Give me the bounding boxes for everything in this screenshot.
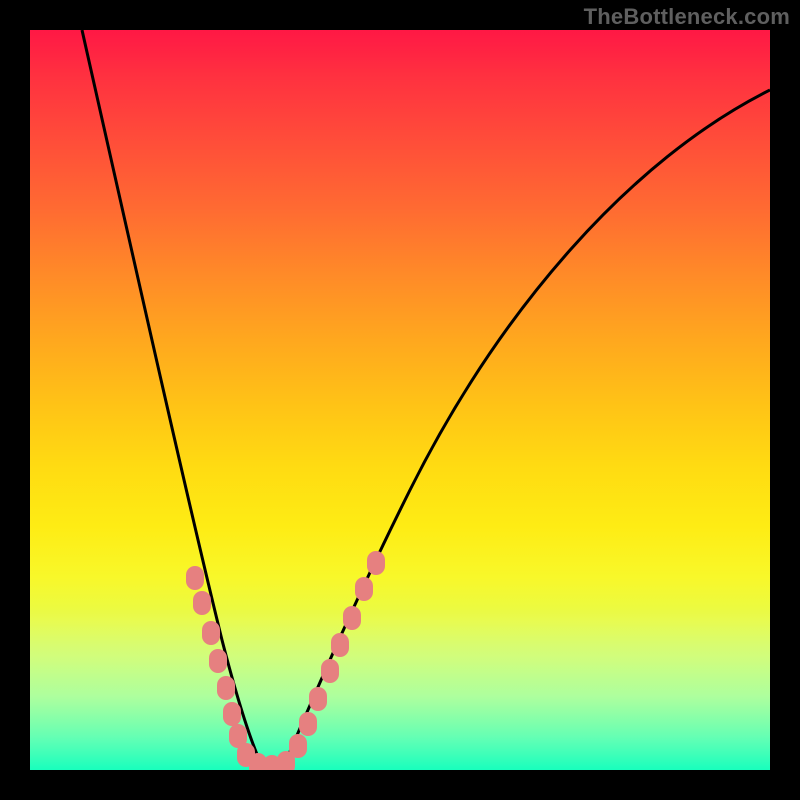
bead-r1	[289, 734, 307, 758]
bead-r4	[321, 659, 339, 683]
bead-l3	[202, 621, 220, 645]
watermark-text: TheBottleneck.com	[584, 4, 790, 30]
bead-r5	[331, 633, 349, 657]
bead-r2	[299, 712, 317, 736]
bead-r3	[309, 687, 327, 711]
bead-l1	[186, 566, 204, 590]
bead-layer	[30, 30, 770, 770]
bead-r6	[343, 606, 361, 630]
bead-r8	[367, 551, 385, 575]
bead-l2	[193, 591, 211, 615]
bead-l5	[217, 676, 235, 700]
plot-frame	[30, 30, 770, 770]
bead-l6	[223, 702, 241, 726]
bead-r7	[355, 577, 373, 601]
bead-l4	[209, 649, 227, 673]
